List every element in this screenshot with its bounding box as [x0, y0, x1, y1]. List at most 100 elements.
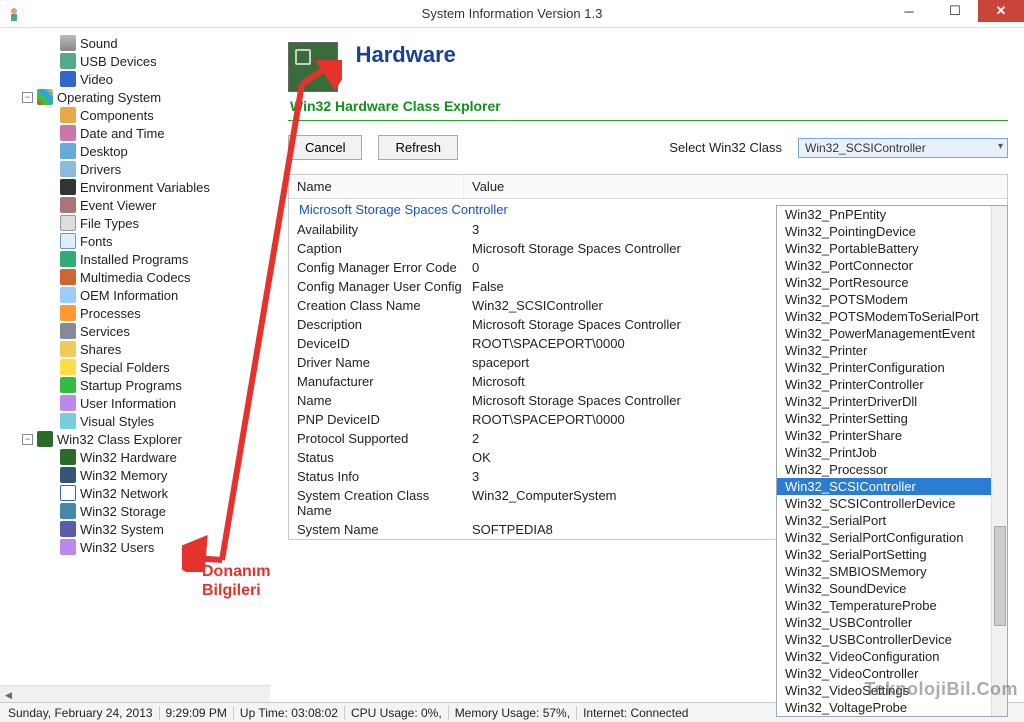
dropdown-option[interactable]: Win32_PrinterSetting [777, 410, 1007, 427]
dropdown-option[interactable]: Win32_SCSIControllerDevice [777, 495, 1007, 512]
dropdown-option[interactable]: Win32_VideoConfiguration [777, 648, 1007, 665]
tree-item-label: OEM Information [80, 288, 178, 303]
tree-item-icon [60, 35, 76, 51]
scrollbar-thumb[interactable] [994, 526, 1006, 626]
dropdown-option[interactable]: Win32_PrinterDriverDll [777, 393, 1007, 410]
dropdown-option[interactable]: Win32_PnPEntity [777, 206, 1007, 223]
col-header-value[interactable]: Value [464, 175, 1007, 198]
tree-item[interactable]: Drivers [8, 160, 270, 178]
dropdown-option[interactable]: Win32_SCSIController [777, 478, 1007, 495]
tree-item-icon [60, 125, 76, 141]
tree-item-icon [60, 161, 76, 177]
dropdown-option[interactable]: Win32_PortResource [777, 274, 1007, 291]
tree-item-icon [60, 251, 76, 267]
tree-item[interactable]: Fonts [8, 232, 270, 250]
tree-item[interactable]: Startup Programs [8, 376, 270, 394]
cell-name: Status [289, 450, 464, 465]
tree-item-label: Drivers [80, 162, 121, 177]
dropdown-option[interactable]: Win32_USBControllerDevice [777, 631, 1007, 648]
nav-tree[interactable]: SoundUSB DevicesVideo − Operating System… [0, 28, 270, 702]
tree-item[interactable]: Win32 Network [8, 484, 270, 502]
tree-item[interactable]: Sound [8, 34, 270, 52]
tree-item[interactable]: Installed Programs [8, 250, 270, 268]
tree-node-w32[interactable]: − Win32 Class Explorer [8, 430, 270, 448]
dropdown-option[interactable]: Win32_PrinterConfiguration [777, 359, 1007, 376]
tree-item[interactable]: File Types [8, 214, 270, 232]
tree-item[interactable]: Environment Variables [8, 178, 270, 196]
tree-item[interactable]: Processes [8, 304, 270, 322]
tree-item-icon [60, 341, 76, 357]
tree-node-os[interactable]: − Operating System [8, 88, 270, 106]
tree-item[interactable]: Visual Styles [8, 412, 270, 430]
dropdown-option[interactable]: Win32_POTSModemToSerialPort [777, 308, 1007, 325]
tree-item-icon [60, 377, 76, 393]
cell-name: Creation Class Name [289, 298, 464, 313]
divider [288, 120, 1008, 121]
dropdown-option[interactable]: Win32_PointingDevice [777, 223, 1007, 240]
tree-item-label: Environment Variables [80, 180, 210, 195]
dropdown-option[interactable]: Win32_PortableBattery [777, 240, 1007, 257]
tree-item-label: File Types [80, 216, 139, 231]
dropdown-option[interactable]: Win32_TemperatureProbe [777, 597, 1007, 614]
sidebar-hscroll[interactable]: ◀ ▶ [0, 685, 270, 702]
refresh-button[interactable]: Refresh [378, 135, 458, 160]
tree-item[interactable]: Desktop [8, 142, 270, 160]
dropdown-option[interactable]: Win32_SerialPort [777, 512, 1007, 529]
tree-item[interactable]: Video [8, 70, 270, 88]
tree-item-icon [60, 143, 76, 159]
dropdown-option[interactable]: Win32_PowerManagementEvent [777, 325, 1007, 342]
dropdown-option[interactable]: Win32_USBController [777, 614, 1007, 631]
dropdown-option[interactable]: Win32_PrinterController [777, 376, 1007, 393]
scroll-track[interactable] [21, 686, 257, 703]
tree-item[interactable]: Win32 Users [8, 538, 270, 556]
tree-item-icon [60, 413, 76, 429]
dropdown-option[interactable]: Win32_PrinterShare [777, 427, 1007, 444]
cell-name: PNP DeviceID [289, 412, 464, 427]
status-uptime: Up Time: 03:08:02 [240, 706, 345, 720]
tree-item[interactable]: Components [8, 106, 270, 124]
cancel-button[interactable]: Cancel [288, 135, 362, 160]
dropdown-option[interactable]: Win32_VoltageProbe [777, 699, 1007, 716]
tree-item-icon [60, 215, 76, 231]
class-dropdown-list[interactable]: Win32_PnPEntityWin32_PointingDeviceWin32… [776, 205, 1008, 717]
tree-item[interactable]: Win32 System [8, 520, 270, 538]
motherboard-icon [288, 42, 338, 92]
tree-item-icon [60, 269, 76, 285]
tree-item[interactable]: Services [8, 322, 270, 340]
tree-item[interactable]: OEM Information [8, 286, 270, 304]
collapse-icon[interactable]: − [22, 434, 33, 445]
dropdown-option[interactable]: Win32_Processor [777, 461, 1007, 478]
cell-name: System Creation Class Name [289, 488, 464, 518]
dropdown-option[interactable]: Win32_SerialPortSetting [777, 546, 1007, 563]
content-pane: Hardware Win32 Hardware Class Explorer C… [270, 28, 1024, 702]
dropdown-option[interactable]: Win32_PortConnector [777, 257, 1007, 274]
close-button[interactable]: ✕ [978, 0, 1024, 22]
tree-item-label: Processes [80, 306, 141, 321]
dropdown-option[interactable]: Win32_PrintJob [777, 444, 1007, 461]
minimize-button[interactable]: ─ [886, 0, 932, 22]
tree-item[interactable]: Shares [8, 340, 270, 358]
maximize-button[interactable]: ☐ [932, 0, 978, 22]
tree-item-label: Special Folders [80, 360, 170, 375]
col-header-name[interactable]: Name [289, 175, 464, 198]
tree-item-label: Components [80, 108, 154, 123]
dropdown-option[interactable]: Win32_POTSModem [777, 291, 1007, 308]
tree-item[interactable]: Win32 Storage [8, 502, 270, 520]
dropdown-option[interactable]: Win32_SMBIOSMemory [777, 563, 1007, 580]
dropdown-option[interactable]: Win32_SerialPortConfiguration [777, 529, 1007, 546]
tree-item[interactable]: Win32 Hardware [8, 448, 270, 466]
tree-item[interactable]: User Information [8, 394, 270, 412]
collapse-icon[interactable]: − [22, 92, 33, 103]
tree-item[interactable]: Date and Time [8, 124, 270, 142]
dropdown-scrollbar[interactable] [991, 206, 1007, 716]
tree-item-label: Installed Programs [80, 252, 188, 267]
tree-item[interactable]: Special Folders [8, 358, 270, 376]
tree-item[interactable]: Multimedia Codecs [8, 268, 270, 286]
win32-class-select[interactable]: Win32_SCSIController [798, 138, 1008, 158]
dropdown-option[interactable]: Win32_SoundDevice [777, 580, 1007, 597]
tree-item-label: Visual Styles [80, 414, 154, 429]
tree-item[interactable]: USB Devices [8, 52, 270, 70]
dropdown-option[interactable]: Win32_Printer [777, 342, 1007, 359]
tree-item[interactable]: Event Viewer [8, 196, 270, 214]
tree-item[interactable]: Win32 Memory [8, 466, 270, 484]
